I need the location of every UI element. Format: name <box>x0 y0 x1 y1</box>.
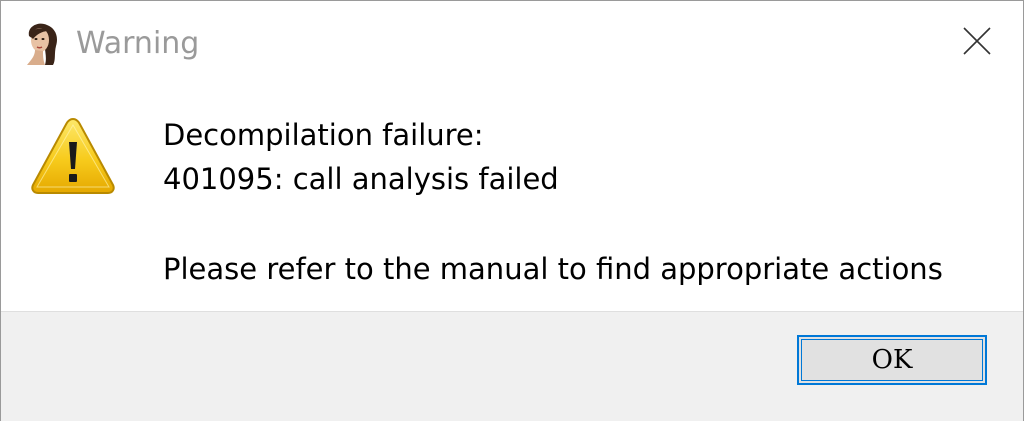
message-line-3: Please refer to the manual to find appro… <box>163 252 943 286</box>
message-spacer <box>163 201 943 247</box>
dialog-content: Decompilation failure: 401095: call anal… <box>1 87 1023 311</box>
window-title: Warning <box>76 26 200 61</box>
message-line-2: 401095: call analysis failed <box>163 162 559 196</box>
message-line-1: Decompilation failure: <box>163 118 484 152</box>
ok-button[interactable]: OK <box>797 335 987 385</box>
warning-icon <box>29 115 117 195</box>
ok-button-focus-ring <box>801 339 983 381</box>
close-button[interactable] <box>947 13 1007 73</box>
close-icon <box>962 26 992 60</box>
message-text: Decompilation failure: 401095: call anal… <box>163 113 943 291</box>
button-bar: OK <box>1 311 1023 421</box>
warning-dialog: Warning Decompilation failure: 401095: c… <box>0 0 1024 421</box>
title-bar[interactable]: Warning <box>1 1 1023 87</box>
portrait-icon <box>23 22 63 66</box>
